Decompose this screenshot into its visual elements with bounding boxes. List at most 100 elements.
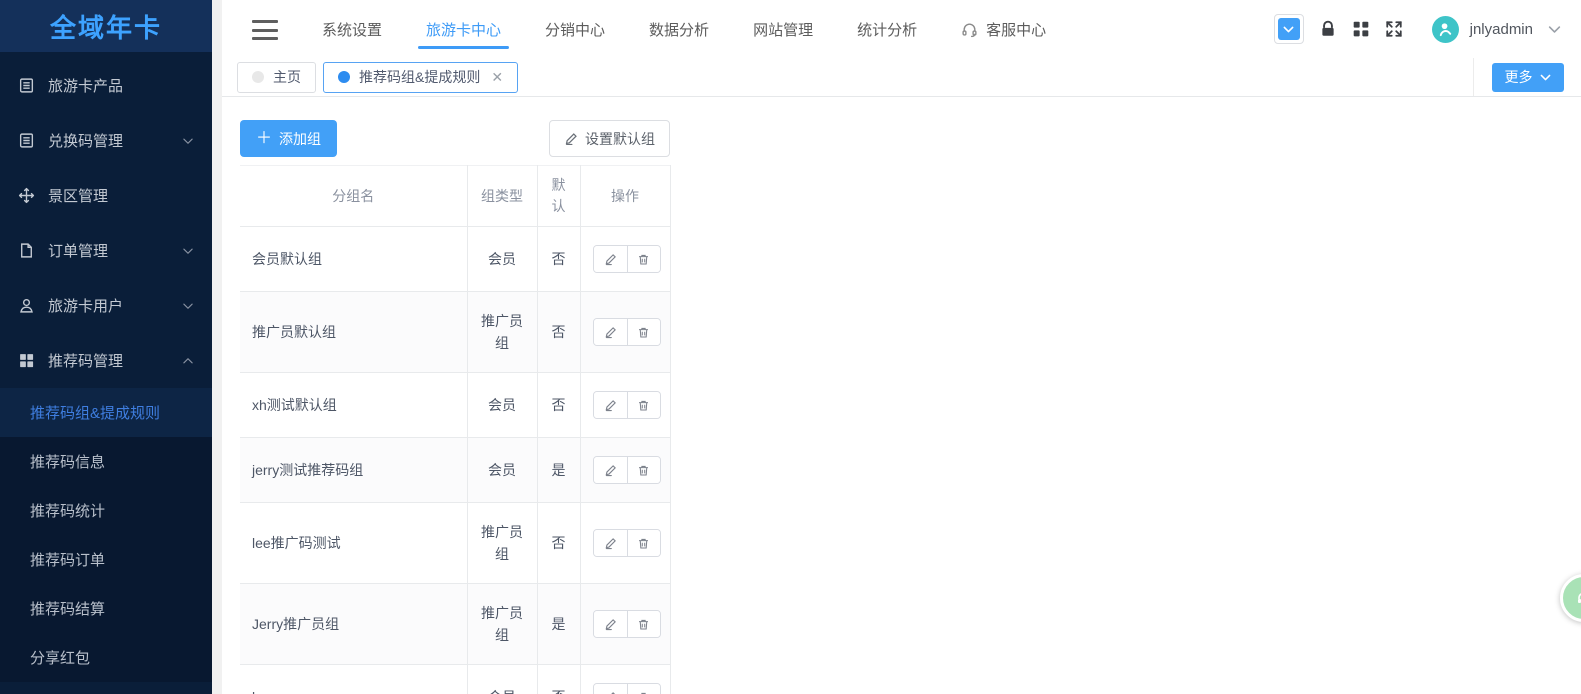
group-type-cell: 会员 bbox=[467, 437, 538, 503]
fullscreen-icon[interactable] bbox=[1385, 20, 1403, 38]
close-icon[interactable]: ✕ bbox=[491, 70, 503, 84]
nav-item-label: 系统设置 bbox=[322, 21, 383, 39]
group-name-cell: lpy bbox=[240, 664, 468, 694]
delete-button[interactable] bbox=[626, 319, 660, 345]
nav-item-5[interactable]: 统计分析 bbox=[857, 0, 917, 58]
sidebar-item-1[interactable]: 兑换码管理 bbox=[0, 113, 212, 168]
tab-recommend-code-rules[interactable]: 推荐码组&提成规则 ✕ bbox=[323, 61, 519, 93]
edit-button[interactable] bbox=[593, 319, 627, 345]
trash-icon bbox=[639, 327, 648, 337]
tab-bar: 主页 推荐码组&提成规则 ✕ 更多 bbox=[222, 58, 1581, 97]
default-cell: 否 bbox=[537, 291, 581, 373]
submenu-item-5-1[interactable]: 推荐码信息 bbox=[0, 437, 212, 486]
actions-cell bbox=[580, 437, 671, 503]
tabbar-more-section: 更多 bbox=[1473, 58, 1581, 96]
group-name-cell: 会员默认组 bbox=[240, 226, 468, 292]
chevron-up-icon bbox=[182, 355, 194, 367]
default-cell: 是 bbox=[537, 437, 581, 503]
actions-cell bbox=[580, 372, 671, 438]
trash-icon bbox=[639, 254, 648, 264]
more-button[interactable]: 更多 bbox=[1491, 62, 1564, 92]
edit-pencil-icon bbox=[565, 132, 577, 145]
nav-item-label: 分销中心 bbox=[545, 21, 606, 39]
delete-button[interactable] bbox=[626, 392, 660, 418]
move-arrows-icon bbox=[18, 187, 35, 204]
group-name-cell: xh测试默认组 bbox=[240, 372, 468, 438]
set-default-group-button[interactable]: 设置默认组 bbox=[549, 120, 670, 157]
submenu: 推荐码组&提成规则推荐码信息推荐码统计 推荐码订单推荐码结算分享红包 bbox=[0, 388, 212, 682]
nav-item-3[interactable]: 数据分析 bbox=[649, 0, 709, 58]
plus-icon: ＋ bbox=[256, 129, 273, 147]
action-button-group bbox=[592, 245, 661, 273]
apps-grid-icon[interactable] bbox=[1352, 20, 1370, 38]
submenu-item-5-5[interactable]: 分享红包 bbox=[0, 633, 212, 682]
chevron-down-icon bbox=[1540, 74, 1550, 80]
more-button-label: 更多 bbox=[1504, 69, 1533, 85]
sidebar-item-5[interactable]: 推荐码管理 bbox=[0, 333, 212, 388]
tab-dot-icon bbox=[252, 71, 264, 83]
group-name-cell: Jerry推广员组 bbox=[240, 583, 468, 665]
sidebar-item-3[interactable]: 订单管理 bbox=[0, 223, 212, 278]
delete-button[interactable] bbox=[626, 246, 660, 272]
submenu-item-label: 推荐码信息 bbox=[30, 454, 106, 471]
action-button-group bbox=[592, 391, 661, 419]
default-cell: 否 bbox=[537, 372, 581, 438]
add-group-button[interactable]: ＋ 添加组 bbox=[240, 120, 338, 157]
edit-button[interactable] bbox=[593, 530, 627, 556]
nav-item-0[interactable]: 系统设置 bbox=[322, 0, 382, 58]
table-row: 推广员默认组 推广员组 否 bbox=[240, 291, 671, 373]
add-group-label: 添加组 bbox=[279, 130, 322, 147]
sidebar-item-2[interactable]: 景区管理 bbox=[0, 168, 212, 223]
grid-icon bbox=[18, 352, 35, 369]
sidebar-menu: 旅游卡产品 兑换码管理 景区管理 订单管理 旅游卡用户 推荐码管理 推荐码组&提成规则 推荐码… bbox=[0, 52, 212, 682]
column-header-3: 操作 bbox=[580, 165, 671, 227]
delete-button[interactable] bbox=[626, 457, 660, 483]
submenu-item-5-2[interactable]: 推荐码统计 bbox=[0, 486, 212, 535]
edit-pencil-icon bbox=[605, 253, 616, 265]
default-cell: 是 bbox=[537, 583, 581, 665]
nav-item-2[interactable]: 分销中心 bbox=[545, 0, 605, 58]
sidebar-header: 全域年卡 bbox=[0, 0, 212, 52]
edit-pencil-icon bbox=[605, 618, 616, 630]
sidebar-item-0[interactable]: 旅游卡产品 bbox=[0, 58, 212, 113]
actions-cell bbox=[580, 502, 671, 584]
group-name-cell: lee推广码测试 bbox=[240, 502, 468, 584]
lock-icon[interactable] bbox=[1319, 20, 1337, 38]
column-header-2: 默认 bbox=[537, 165, 581, 227]
submenu-item-5-4[interactable]: 推荐码结算 bbox=[0, 584, 212, 633]
nav-item-4[interactable]: 网站管理 bbox=[753, 0, 813, 58]
submenu-item-label: 推荐码结算 bbox=[30, 601, 106, 618]
edit-button[interactable] bbox=[593, 246, 627, 272]
delete-button[interactable] bbox=[626, 611, 660, 637]
edit-button[interactable] bbox=[593, 684, 627, 694]
edit-pencil-icon bbox=[605, 399, 616, 411]
delete-button[interactable] bbox=[626, 684, 660, 694]
edit-button[interactable] bbox=[593, 392, 627, 418]
user-icon bbox=[18, 297, 35, 314]
submenu-item-5-0[interactable]: 推荐码组&提成规则 bbox=[0, 388, 212, 437]
page-content: ＋ 添加组 设置默认组 分组名 组类型 默认 操作 会员默认组 会员 否 推广员… bbox=[222, 97, 1581, 694]
app-title: 全域年卡 bbox=[49, 12, 162, 43]
theme-dropdown-button[interactable] bbox=[1273, 14, 1304, 44]
tab-home[interactable]: 主页 bbox=[237, 61, 316, 93]
tab-dot-icon bbox=[338, 71, 350, 83]
sidebar-item-4[interactable]: 旅游卡用户 bbox=[0, 278, 212, 333]
group-type-cell: 会员 bbox=[467, 664, 538, 694]
sidebar-scrollbar[interactable] bbox=[212, 0, 222, 694]
submenu-item-5-3[interactable]: 推荐码订单 bbox=[0, 535, 212, 584]
chevron-down-icon bbox=[182, 300, 194, 312]
nav-item-6[interactable]: 客服中心 bbox=[961, 0, 1046, 58]
username[interactable]: jnlyadmin bbox=[1470, 21, 1533, 38]
avatar[interactable] bbox=[1431, 15, 1459, 43]
chevron-down-icon[interactable] bbox=[1548, 23, 1561, 36]
edit-button[interactable] bbox=[593, 611, 627, 637]
sidebar-item-label: 旅游卡用户 bbox=[48, 298, 124, 315]
trash-icon bbox=[639, 538, 648, 548]
edit-button[interactable] bbox=[593, 457, 627, 483]
tab-active-label: 推荐码组&提成规则 bbox=[359, 69, 481, 85]
nav-item-1[interactable]: 旅游卡中心 bbox=[418, 0, 510, 58]
nav-item-label: 旅游卡中心 bbox=[426, 21, 502, 39]
delete-button[interactable] bbox=[626, 530, 660, 556]
hamburger-menu-icon[interactable] bbox=[252, 20, 278, 40]
default-cell: 否 bbox=[537, 502, 581, 584]
